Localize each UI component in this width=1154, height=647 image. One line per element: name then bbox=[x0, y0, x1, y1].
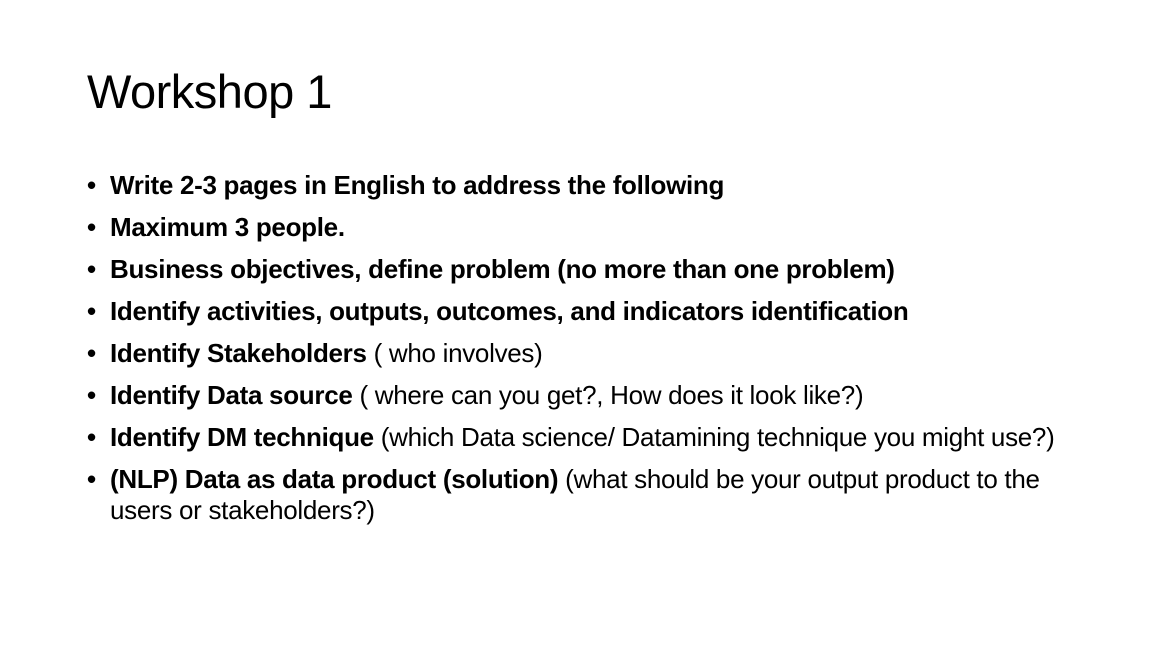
bullet-dot: • bbox=[87, 170, 96, 200]
bullet-list: • Write 2-3 pages in English to address t… bbox=[87, 170, 1087, 537]
bullet-bold-text: Identify Stakeholders bbox=[110, 338, 367, 368]
bullet-dot: • bbox=[87, 380, 96, 410]
bullet-bold-text: (NLP) Data as data product (solution) bbox=[110, 464, 559, 494]
bullet-bold-text: Write 2-3 pages in English to address th… bbox=[110, 170, 725, 200]
bullet-dot: • bbox=[87, 464, 96, 494]
bullet-bold-text: Business objectives, define problem (no … bbox=[110, 254, 895, 284]
bullet-dot: • bbox=[87, 422, 96, 452]
bullet-item: • Identify Data source ( where can you ge… bbox=[87, 380, 1087, 411]
bullet-item: • (NLP) Data as data product (solution) (… bbox=[87, 464, 1087, 526]
bullet-dot: • bbox=[87, 254, 96, 284]
bullet-plain-text: ( where can you get?, How does it look l… bbox=[352, 380, 864, 410]
bullet-dot: • bbox=[87, 338, 96, 368]
bullet-dot: • bbox=[87, 296, 96, 326]
bullet-item: • Identify activities, outputs, outcomes,… bbox=[87, 296, 1087, 327]
slide-title: Workshop 1 bbox=[87, 65, 332, 118]
bullet-dot: • bbox=[87, 212, 96, 242]
bullet-item: • Write 2-3 pages in English to address t… bbox=[87, 170, 1087, 201]
bullet-bold-text: Identify DM technique bbox=[110, 422, 374, 452]
bullet-item: • Identify DM technique (which Data scien… bbox=[87, 422, 1087, 453]
bullet-item: • Business objectives, define problem (no… bbox=[87, 254, 1087, 285]
bullet-plain-text: (which Data science/ Datamining techniqu… bbox=[373, 422, 1055, 452]
bullet-bold-text: Identify activities, outputs, outcomes, … bbox=[110, 296, 909, 326]
slide: Workshop 1 • Write 2-3 pages in English t… bbox=[0, 0, 1154, 647]
bullet-bold-text: Identify Data source bbox=[110, 380, 353, 410]
bullet-plain-text: ( who involves) bbox=[366, 338, 543, 368]
bullet-item: • Identify Stakeholders ( who involves) bbox=[87, 338, 1087, 369]
bullet-bold-text: Maximum 3 people. bbox=[110, 212, 345, 242]
bullet-item: • Maximum 3 people. bbox=[87, 212, 1087, 243]
